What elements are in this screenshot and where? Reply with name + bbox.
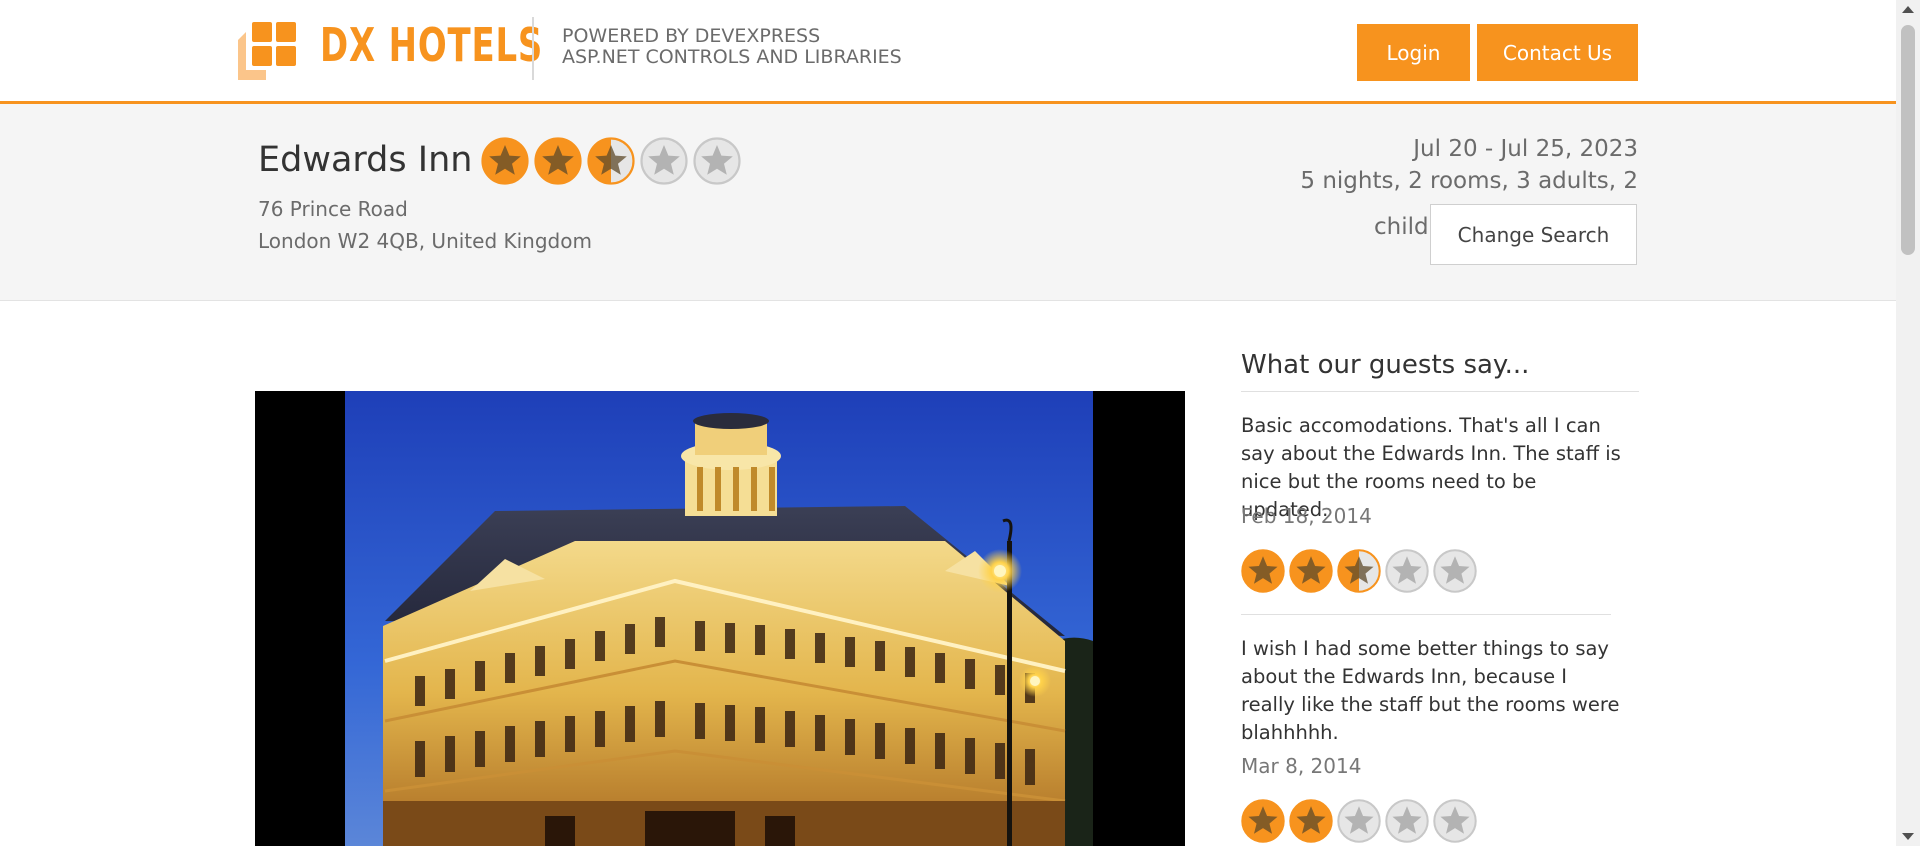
star-filled-icon [534,137,582,185]
search-dates: Jul 20 - Jul 25, 2023 [1413,136,1638,162]
star-empty-icon [1385,799,1429,843]
reviews-divider [1241,391,1639,392]
contact-us-button[interactable]: Contact Us [1477,24,1638,81]
star-empty-icon [1385,549,1429,593]
hotel-address-line-2: London W2 4QB, United Kingdom [258,229,592,253]
review-1-date: Feb 18, 2014 [1241,504,1372,528]
star-half-icon [1337,549,1381,593]
hotel-rating-stars [480,136,742,186]
page-scrollbar[interactable] [1896,0,1920,846]
site-header: DX HOTELS POWERED BY DEVEXPRESS ASP.NET … [0,0,1896,104]
hotel-address-line-1: 76 Prince Road [258,197,408,221]
scroll-down-arrow-icon[interactable] [1902,833,1914,840]
star-filled-icon [1289,549,1333,593]
star-filled-icon [481,137,529,185]
hotel-building-image [345,391,1093,846]
search-guests: 5 nights, 2 rooms, 3 adults, 2 [1300,168,1638,194]
reviews-title: What our guests say... [1241,350,1530,380]
review-2-rating-stars [1240,798,1478,844]
hotel-photo-gallery[interactable] [255,391,1185,846]
login-button[interactable]: Login [1357,24,1470,81]
hotel-photo[interactable] [345,391,1093,846]
star-empty-icon [1433,549,1477,593]
star-empty-icon [1337,799,1381,843]
star-half-icon [587,137,635,185]
hotel-name: Edwards Inn [258,140,473,180]
star-empty-icon [1433,799,1477,843]
change-search-button[interactable]: Change Search [1430,204,1637,265]
hotel-info-bar: Edwards Inn 76 Prince Road London W2 4QB… [0,104,1896,301]
star-filled-icon [1289,799,1333,843]
star-empty-icon [640,137,688,185]
scroll-up-arrow-icon[interactable] [1902,6,1914,13]
search-guests-continued: child [1374,214,1429,240]
star-empty-icon [693,137,741,185]
powered-by-text: POWERED BY DEVEXPRESS ASP.NET CONTROLS A… [562,26,902,68]
hotel-logo-icon[interactable] [238,22,300,80]
star-filled-icon [1241,549,1285,593]
powered-line-2: ASP.NET CONTROLS AND LIBRARIES [562,46,902,68]
brand-name[interactable]: DX HOTELS [320,18,543,72]
powered-line-1: POWERED BY DEVEXPRESS [562,25,821,47]
review-2-date: Mar 8, 2014 [1241,754,1362,778]
logo-divider [532,17,534,80]
scrollbar-thumb[interactable] [1901,25,1915,255]
review-separator [1241,614,1611,615]
star-filled-icon [1241,799,1285,843]
review-1-rating-stars [1240,548,1478,594]
review-2-text: I wish I had some better things to say a… [1241,637,1620,744]
